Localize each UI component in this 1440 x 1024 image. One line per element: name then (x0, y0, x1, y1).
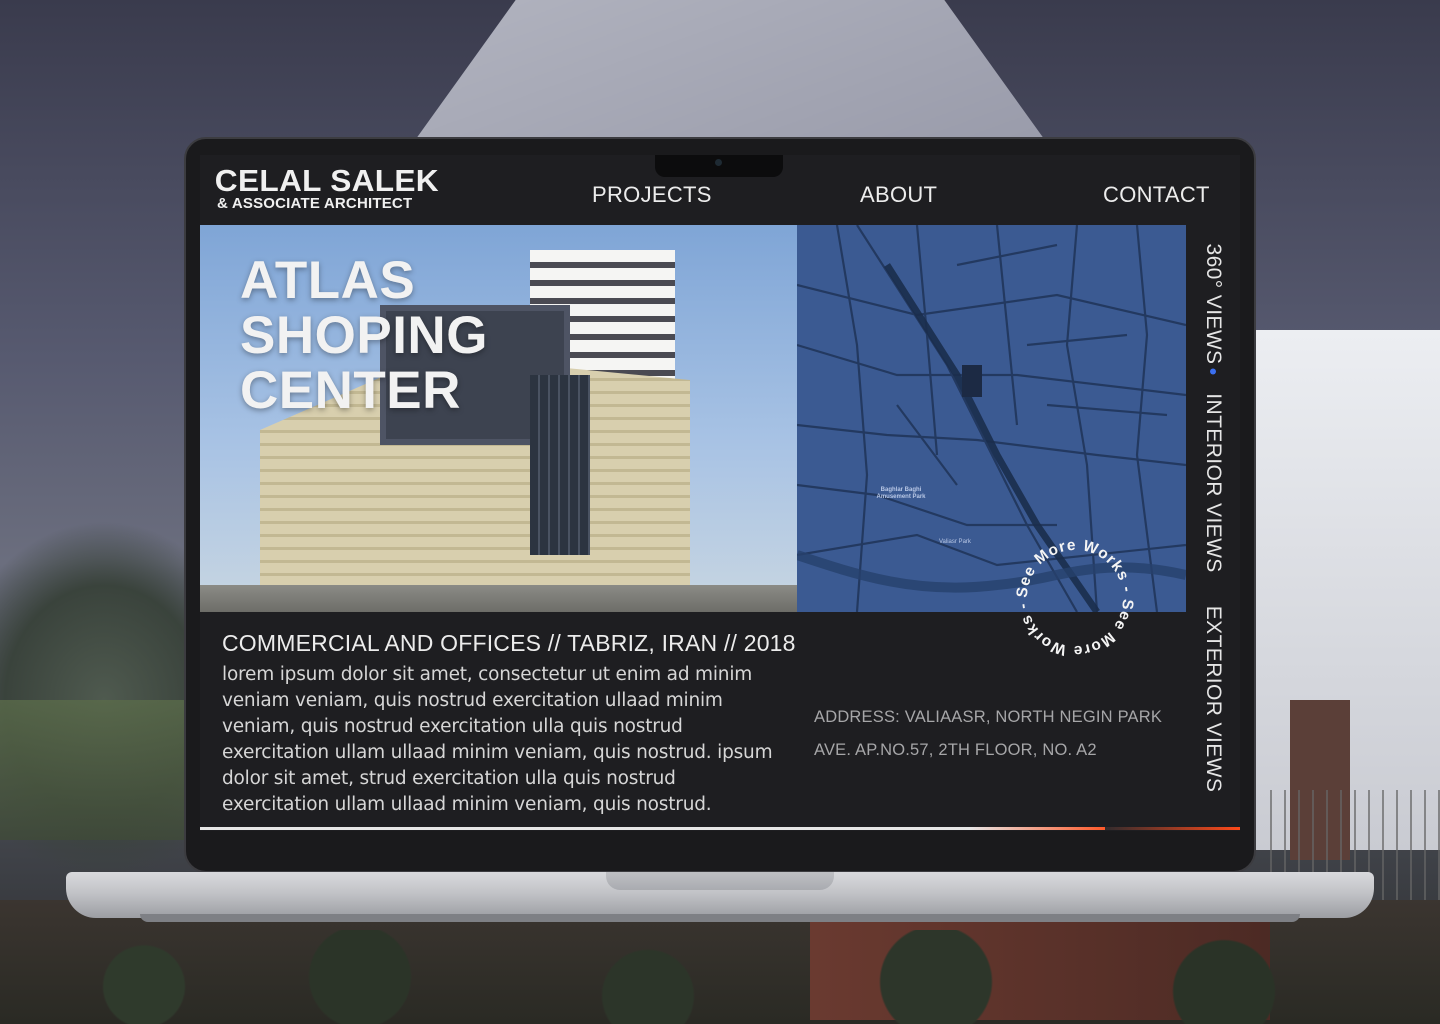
project-address: ADDRESS: VALIAASR, NORTH NEGIN PARK AVE.… (814, 701, 1174, 767)
hero-title-line: CENTER (240, 361, 461, 420)
see-more-works-text: See More Works - See More Works - (1014, 537, 1135, 659)
photo-mall-glass (530, 375, 590, 555)
brand-logo[interactable]: CELAL SALEK & ASSOCIATE ARCHITECT (214, 163, 439, 212)
nav-about[interactable]: ABOUT (860, 182, 937, 208)
hero-photo: ATLAS SHOPING CENTER (200, 225, 797, 612)
slide-progress-accent (1100, 827, 1240, 830)
photo-street (200, 585, 797, 612)
active-dot-icon (1209, 368, 1216, 375)
brand-name: CELAL SALEK (214, 163, 439, 198)
map-park-label: Valiasr Park (939, 539, 971, 545)
tab-exterior-views[interactable]: EXTERIOR VIEWS (1201, 606, 1225, 792)
hero-title-line: SHOPING (240, 306, 488, 365)
laptop-opening-notch (606, 872, 834, 890)
brand-subtitle: & ASSOCIATE ARCHITECT (217, 195, 413, 212)
tab-360-views[interactable]: 360° VIEWS (1201, 244, 1225, 375)
svg-text:See More Works - See More Work: See More Works - See More Works - (1014, 537, 1136, 659)
nav-projects[interactable]: PROJECTS (592, 182, 712, 208)
map-building-marker (962, 365, 982, 397)
tab-interior-views[interactable]: INTERIOR VIEWS (1201, 393, 1225, 572)
see-more-works-badge[interactable]: See More Works - See More Works - (1010, 533, 1140, 663)
tab-360-views-label: 360° VIEWS (1202, 243, 1225, 365)
address-line: ADDRESS: VALIAASR, NORTH NEGIN PARK (814, 708, 1163, 726)
project-category: COMMERCIAL AND OFFICES // TABRIZ, IRAN /… (222, 630, 796, 656)
project-description: lorem ipsum dolor sit amet, consectetur … (222, 664, 773, 815)
address-line: AVE. AP.NO.57, 2TH FLOOR, NO. A2 (814, 741, 1097, 759)
slide-progress-bar (200, 827, 1240, 830)
nav-contact[interactable]: CONTACT (1103, 182, 1210, 208)
hero-title: ATLAS SHOPING CENTER (240, 253, 488, 418)
laptop-foot (140, 914, 1300, 922)
view-tabs: 360° VIEWS INTERIOR VIEWS EXTERIOR VIEWS (1186, 225, 1240, 831)
slide-progress-fill (200, 827, 1105, 830)
hero-title-line: ATLAS (240, 251, 416, 310)
background-shrubs (0, 930, 1440, 1024)
map-park-label: Baghlar Baghi Amusement Park (876, 487, 926, 500)
camera-icon (715, 159, 722, 166)
laptop-screen: CELAL SALEK & ASSOCIATE ARCHITECT PROJEC… (200, 155, 1240, 831)
